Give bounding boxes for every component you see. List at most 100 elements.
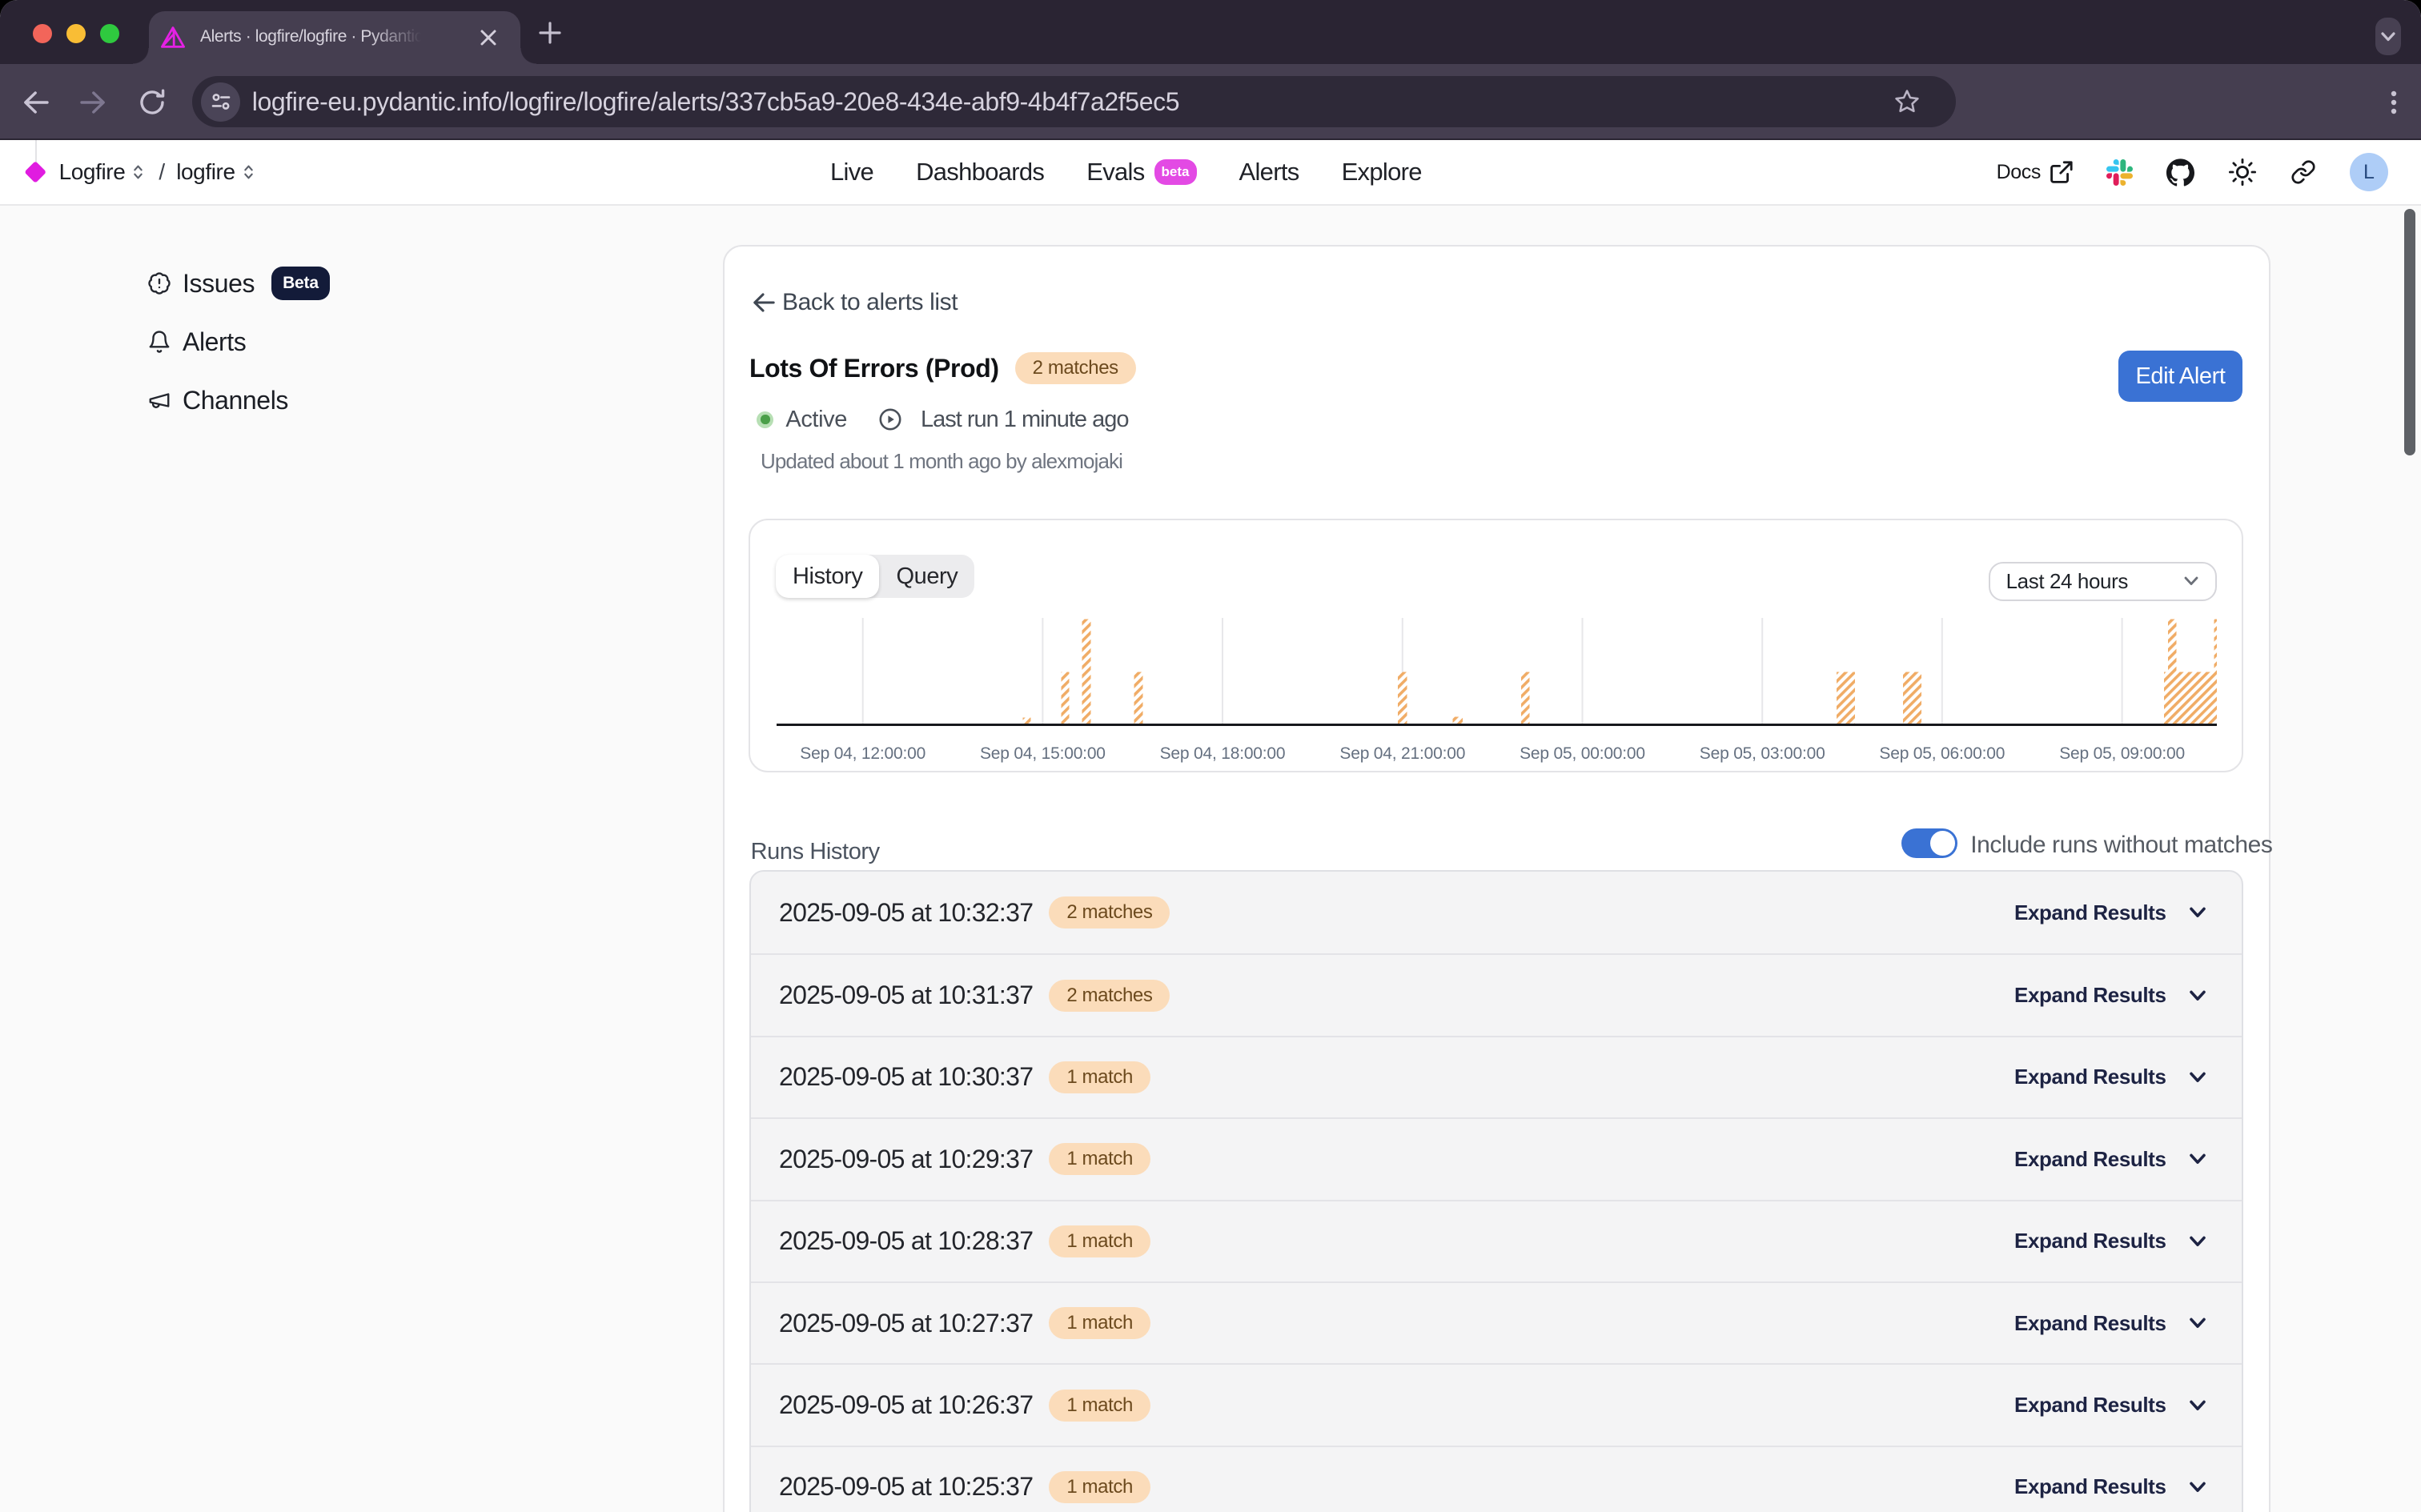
run-matches-badge: 1 match [1049,1390,1150,1422]
sidebar-item-alerts[interactable]: Alerts [122,320,330,363]
run-row: 2025-09-05 at 10:28:37 1 match Expand Re… [751,1200,2242,1281]
tab-query[interactable]: Query [879,555,974,598]
share-link[interactable] [2291,159,2316,185]
browser-window: Alerts · logfire/logfire · Pydantic Logf… [0,0,2421,1512]
nav-explore[interactable]: Explore [1342,158,1422,186]
chevron-down-icon[interactable] [2187,1313,2208,1334]
expand-results-button[interactable]: Expand Results [2014,1229,2166,1253]
run-timestamp: 2025-09-05 at 10:27:37 [779,1309,1033,1338]
project-switcher[interactable]: logfire [176,159,235,185]
close-window-button[interactable] [33,24,52,43]
svg-text:Sep 04, 21:00:00: Sep 04, 21:00:00 [1339,744,1465,763]
expand-results-button[interactable]: Expand Results [2014,900,2166,925]
nav-evals[interactable]: Evalsbeta [1086,158,1196,186]
run-matches-badge: 1 match [1049,1471,1150,1503]
chevron-down-icon[interactable] [2187,902,2208,923]
chevron-down-icon[interactable] [2187,985,2208,1006]
evals-beta-badge: beta [1154,159,1197,185]
badge-alert-icon [147,271,171,295]
tab-history[interactable]: History [776,555,879,598]
logfire-logo-icon[interactable] [24,161,46,183]
nav-live[interactable]: Live [830,158,873,186]
slack-link[interactable] [2106,159,2133,186]
svg-text:Sep 05, 03:00:00: Sep 05, 03:00:00 [1700,744,1825,763]
app-header: Logfire / logfire Live Dashboards Evalsb… [0,140,2421,206]
new-tab-button[interactable] [538,21,562,45]
include-runs-toggle[interactable] [1901,828,1957,858]
chevron-down-icon[interactable] [2187,1395,2208,1416]
tab-title: Alerts · logfire/logfire · Pydantic Logf… [200,27,436,46]
breadcrumb-separator: / [159,159,165,185]
run-timestamp: 2025-09-05 at 10:29:37 [779,1145,1033,1174]
nav-alerts[interactable]: Alerts [1239,158,1299,186]
run-matches-badge: 1 match [1049,1225,1150,1257]
browser-menu-icon[interactable] [2391,90,2397,114]
svg-text:Sep 04, 18:00:00: Sep 04, 18:00:00 [1160,744,1286,763]
url-bar[interactable]: logfire-eu.pydantic.info/logfire/logfire… [192,76,1956,128]
expand-results-button[interactable]: Expand Results [2014,1474,2166,1499]
expand-results-button[interactable]: Expand Results [2014,1311,2166,1336]
chevron-down-icon[interactable] [2187,1067,2208,1088]
sidebar-item-issues[interactable]: Issues Beta [122,262,330,305]
run-matches-badge: 2 matches [1049,980,1170,1012]
maximize-window-button[interactable] [100,24,119,43]
run-row: 2025-09-05 at 10:32:37 2 matches Expand … [751,872,2242,953]
alert-title-row: Lots Of Errors (Prod) 2 matches [749,352,1136,384]
run-timestamp: 2025-09-05 at 10:25:37 [779,1472,1033,1502]
sun-icon [2228,158,2257,186]
nav-dashboards[interactable]: Dashboards [916,158,1044,186]
svg-text:Sep 04, 15:00:00: Sep 04, 15:00:00 [980,744,1106,763]
url-text[interactable]: logfire-eu.pydantic.info/logfire/logfire… [252,87,1179,117]
chevron-down-icon[interactable] [2187,1477,2208,1498]
browser-reload-button[interactable] [138,88,167,117]
edit-alert-button[interactable]: Edit Alert [2118,351,2242,402]
expand-results-button[interactable]: Expand Results [2014,1147,2166,1172]
run-row: 2025-09-05 at 10:29:37 1 match Expand Re… [751,1117,2242,1199]
tab-close-icon[interactable] [479,28,498,47]
github-link[interactable] [2166,158,2194,186]
expand-results-button[interactable]: Expand Results [2014,983,2166,1008]
svg-text:Sep 05, 06:00:00: Sep 05, 06:00:00 [1879,744,2005,763]
svg-text:Sep 05, 09:00:00: Sep 05, 09:00:00 [2059,744,2185,763]
site-settings-button[interactable] [201,82,241,122]
svg-text:Sep 04, 12:00:00: Sep 04, 12:00:00 [800,744,925,763]
org-switcher-chevrons-icon[interactable] [132,163,144,181]
expand-results-button[interactable]: Expand Results [2014,1065,2166,1089]
org-switcher[interactable]: Logfire [59,159,126,185]
bookmark-star-icon[interactable] [1893,88,1921,115]
project-switcher-chevrons-icon[interactable] [243,163,255,181]
browser-tab[interactable]: Alerts · logfire/logfire · Pydantic Logf… [149,11,520,64]
docs-link[interactable]: Docs [1997,161,2073,184]
matches-bar-chart[interactable]: Sep 04, 12:00:00 Sep 04, 15:00:00 Sep 04, … [777,618,2217,772]
run-matches-badge: 1 match [1049,1307,1150,1339]
sidebar-item-channels[interactable]: Channels [122,379,330,422]
tab-search-button[interactable] [2375,18,2401,55]
browser-forward-button[interactable] [78,88,107,117]
chevron-down-icon[interactable] [2187,1231,2208,1252]
expand-results-button[interactable]: Expand Results [2014,1393,2166,1418]
browser-back-button[interactable] [22,88,50,117]
github-icon [2166,158,2194,186]
logfire-favicon-icon [160,26,186,50]
run-timestamp: 2025-09-05 at 10:32:37 [779,898,1033,928]
chevron-down-icon [2182,572,2201,591]
back-to-alerts-link[interactable]: Back to alerts list [752,289,958,316]
alert-detail-card: Back to alerts list Lots Of Errors (Prod… [723,245,2270,1512]
status-dot-icon [757,411,773,428]
site-settings-icon [210,90,232,113]
sidebar-item-label: Channels [183,386,288,415]
run-matches-badge: 2 matches [1049,896,1170,928]
theme-toggle[interactable] [2228,158,2257,186]
toggle-knob [1930,831,1955,856]
run-row: 2025-09-05 at 10:30:37 1 match Expand Re… [751,1036,2242,1117]
history-chart-card: History Query Last 24 hours Sep 04, 12:0… [749,519,2243,772]
chevron-down-icon[interactable] [2187,1149,2208,1169]
time-range-value: Last 24 hours [2006,569,2128,594]
time-range-dropdown[interactable]: Last 24 hours [1989,562,2217,601]
page-scrollbar[interactable] [2404,209,2415,455]
minimize-window-button[interactable] [66,24,86,43]
avatar[interactable]: L [2350,153,2388,191]
tab-strip: Alerts · logfire/logfire · Pydantic Logf… [0,0,2421,64]
run-timestamp: 2025-09-05 at 10:30:37 [779,1062,1033,1092]
history-query-tabs: History Query [776,555,974,598]
